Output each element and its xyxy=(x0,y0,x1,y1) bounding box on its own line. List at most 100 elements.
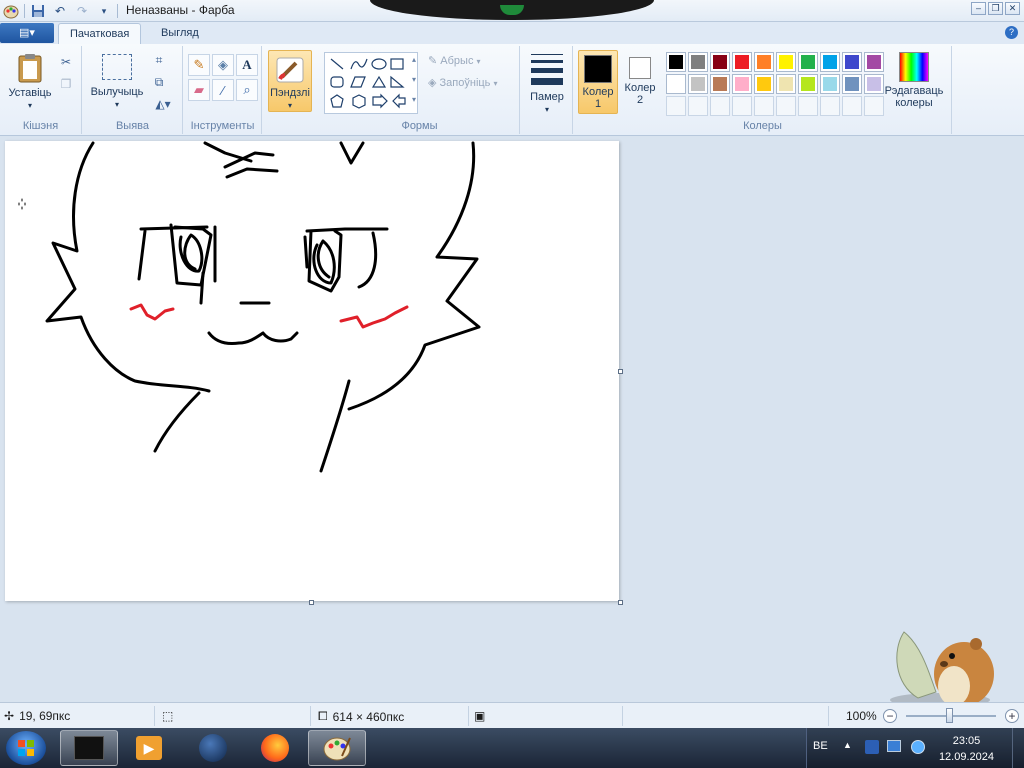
tab-home[interactable]: Пачатковая xyxy=(58,23,142,44)
shapes-expand-icon[interactable]: ▾ xyxy=(412,95,416,104)
fill-bucket-icon[interactable]: ◈ xyxy=(212,54,234,76)
restore-button[interactable]: ❐ xyxy=(988,2,1003,15)
copy-icon[interactable]: ❐ xyxy=(56,74,76,94)
taskbar-app-terminal[interactable] xyxy=(60,730,118,766)
undo-icon[interactable]: ↶ xyxy=(51,2,69,20)
shapes-gallery[interactable]: ▴ ▾ ▾ xyxy=(324,52,418,114)
workspace[interactable] xyxy=(0,137,1024,707)
palette-swatch[interactable] xyxy=(688,52,708,72)
palette-custom-slot[interactable] xyxy=(666,96,686,116)
magnifier-icon[interactable]: ⌕ xyxy=(236,79,258,101)
zoom-out-button[interactable]: − xyxy=(883,709,897,723)
tools-group: ✎ ◈ A ▰ ⁄ ⌕ Інструменты xyxy=(184,46,262,134)
palette-swatch[interactable] xyxy=(798,52,818,72)
palette-swatch[interactable] xyxy=(666,52,686,72)
palette-swatch[interactable] xyxy=(710,52,730,72)
outline-button[interactable]: ✎ Абрыс ▾ xyxy=(428,54,481,67)
palette-swatch[interactable] xyxy=(754,52,774,72)
zoom-value: 100% xyxy=(846,709,877,723)
paste-chevron-icon: ▾ xyxy=(27,101,32,110)
color2-button[interactable]: Колер 2 xyxy=(620,50,660,114)
selection-size: ⬚ xyxy=(162,709,173,723)
save-icon[interactable] xyxy=(29,2,47,20)
palette-custom-slot[interactable] xyxy=(710,96,730,116)
shapes-group: ▴ ▾ ▾ ✎ Абрыс ▾ ◈ Запоўніць ▾ Формы xyxy=(320,46,520,134)
size-button[interactable]: Памер ▾ xyxy=(527,52,567,115)
edit-colors-button[interactable]: Рэдагаваць колеры xyxy=(880,52,948,109)
color1-button[interactable]: Колер 1 xyxy=(578,50,618,114)
fill-button[interactable]: ◈ Запоўніць ▾ xyxy=(428,76,498,89)
start-button[interactable] xyxy=(6,731,46,765)
zoom-slider-thumb[interactable] xyxy=(946,708,953,723)
customize-qat-chevron-icon[interactable]: ▾ xyxy=(95,2,113,20)
palette-custom-slot[interactable] xyxy=(732,96,752,116)
close-button[interactable]: ✕ xyxy=(1005,2,1020,15)
palette-custom-slot[interactable] xyxy=(842,96,862,116)
resize-handle-bottom[interactable] xyxy=(309,600,314,605)
clock[interactable]: 23:05 12.09.2024 xyxy=(939,733,994,765)
taskbar-app-firefox[interactable] xyxy=(246,730,304,766)
taskbar-app-paint[interactable] xyxy=(308,730,366,766)
color1-label: Колер 1 xyxy=(582,86,614,110)
palette-swatch[interactable] xyxy=(666,74,686,94)
paint-app-icon[interactable] xyxy=(2,2,20,20)
palette-swatch[interactable] xyxy=(710,74,730,94)
cut-icon[interactable]: ✂ xyxy=(56,52,76,72)
palette-custom-slot[interactable] xyxy=(754,96,774,116)
file-menu-button[interactable]: ▤▾ xyxy=(0,23,54,43)
redo-icon[interactable]: ↷ xyxy=(73,2,91,20)
paste-button[interactable]: Уставіць ▾ xyxy=(4,52,56,111)
palette-swatch[interactable] xyxy=(842,74,862,94)
pencil-icon[interactable]: ✎ xyxy=(188,54,210,76)
volume-icon[interactable] xyxy=(911,740,925,754)
select-label: Вылучыць xyxy=(90,86,144,98)
palette-swatch[interactable] xyxy=(732,52,752,72)
tools-grid: ✎ ◈ A ▰ ⁄ ⌕ xyxy=(188,54,258,101)
zoom-in-button[interactable]: + xyxy=(1005,709,1019,723)
drawing-canvas[interactable] xyxy=(5,141,619,601)
brushes-button[interactable]: Пэндзлі ▾ xyxy=(268,50,312,112)
file-size: ▣ xyxy=(474,709,485,723)
terminal-icon xyxy=(74,736,104,760)
resize-handle-right[interactable] xyxy=(618,369,623,374)
resize-icon[interactable]: ⧉ xyxy=(149,72,169,92)
shapes-scroll-down-icon[interactable]: ▾ xyxy=(412,75,416,84)
palette-swatch[interactable] xyxy=(776,52,796,72)
rotate-icon[interactable]: ◭▾ xyxy=(149,94,177,114)
palette-custom-slot[interactable] xyxy=(798,96,818,116)
shapes-scroll-up-icon[interactable]: ▴ xyxy=(412,55,416,64)
show-desktop-button[interactable] xyxy=(1012,728,1024,768)
palette-swatch[interactable] xyxy=(754,74,774,94)
paint-palette-icon xyxy=(323,737,351,761)
select-button[interactable]: Вылучыць ▾ xyxy=(89,54,145,110)
show-hidden-icons-icon[interactable]: ▲ xyxy=(843,740,852,750)
window-overlay-notch xyxy=(370,0,654,20)
palette-swatch[interactable] xyxy=(820,52,840,72)
status-separator xyxy=(310,706,311,726)
palette-custom-slot[interactable] xyxy=(820,96,840,116)
taskbar-app-globe[interactable] xyxy=(184,730,242,766)
palette-custom-slot[interactable] xyxy=(688,96,708,116)
tray-app-icon[interactable] xyxy=(865,740,879,754)
select-rectangle-icon xyxy=(102,54,132,80)
palette-custom-slot[interactable] xyxy=(776,96,796,116)
minimize-button[interactable]: ‒ xyxy=(971,2,986,15)
network-icon[interactable] xyxy=(887,740,901,752)
eraser-icon[interactable]: ▰ xyxy=(188,79,210,101)
palette-swatch[interactable] xyxy=(842,52,862,72)
help-icon[interactable]: ? xyxy=(1005,26,1018,39)
palette-swatch[interactable] xyxy=(688,74,708,94)
firefox-icon xyxy=(261,734,289,762)
palette-swatch[interactable] xyxy=(798,74,818,94)
clipboard-group: Уставіць ▾ ✂ ❐ Кішэня xyxy=(0,46,82,134)
taskbar-app-media-player[interactable]: ▶ xyxy=(120,730,178,766)
tab-view[interactable]: Выгляд xyxy=(150,23,210,44)
palette-swatch[interactable] xyxy=(820,74,840,94)
resize-handle-corner[interactable] xyxy=(618,600,623,605)
language-indicator[interactable]: BE xyxy=(813,740,828,752)
palette-swatch[interactable] xyxy=(776,74,796,94)
palette-swatch[interactable] xyxy=(732,74,752,94)
crop-icon[interactable]: ⌗ xyxy=(149,50,169,70)
text-icon[interactable]: A xyxy=(236,54,258,76)
color-picker-icon[interactable]: ⁄ xyxy=(212,79,234,101)
